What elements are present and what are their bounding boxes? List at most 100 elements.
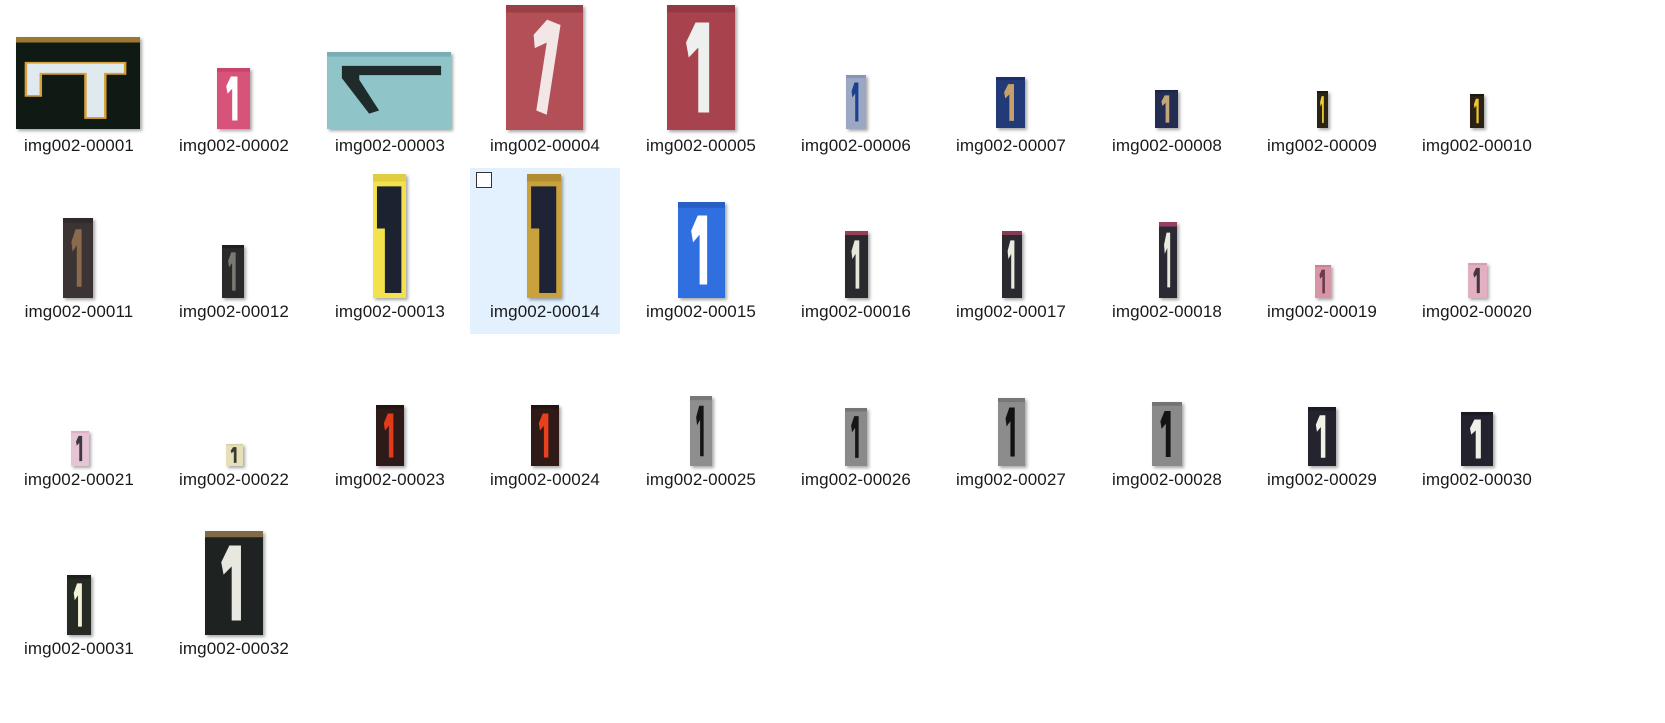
file-name-label: img002-00021 [24, 470, 134, 489]
digit-one-thumbnail [1317, 91, 1328, 128]
digit-one-thumbnail [1470, 94, 1484, 128]
thumbnail-area [4, 168, 154, 298]
digit-one-image [998, 398, 1025, 466]
file-tile[interactable]: img002-00005 [626, 2, 776, 168]
file-tile[interactable]: img002-00025 [626, 336, 776, 502]
digit-one-thumbnail [1315, 265, 1331, 298]
digit-one-thumbnail [1308, 407, 1336, 466]
file-tile[interactable]: img002-00013 [315, 168, 465, 334]
digit-one-image [996, 77, 1025, 128]
digit-one-image [678, 202, 725, 298]
digit-one-thumbnail [690, 396, 712, 466]
file-tile[interactable]: img002-00028 [1092, 336, 1242, 502]
thumbnail-area [1092, 168, 1242, 298]
thumbnail-area [1402, 2, 1552, 132]
thumbnail-grid: img002-00001 img002-00002 img002-00003 img0… [0, 0, 1665, 723]
thumbnail-area [159, 168, 309, 298]
digit-one-thumbnail [327, 52, 451, 129]
file-tile[interactable]: img002-00001 [4, 2, 154, 168]
file-tile[interactable]: img002-00016 [781, 168, 931, 334]
file-tile[interactable]: img002-00002 [159, 2, 309, 168]
file-tile[interactable]: img002-00003 [315, 2, 465, 168]
file-tile[interactable]: img002-00006 [781, 2, 931, 168]
file-name-label: img002-00007 [956, 136, 1066, 155]
file-tile[interactable]: img002-00012 [159, 168, 309, 334]
thumbnail-area [936, 168, 1086, 298]
file-tile[interactable]: img002-00027 [936, 336, 1086, 502]
digit-one-image [845, 408, 867, 466]
digit-one-image [1317, 91, 1328, 128]
thumbnail-area [781, 168, 931, 298]
file-tile[interactable]: img002-00018 [1092, 168, 1242, 334]
file-tile[interactable]: img002-00029 [1247, 336, 1397, 502]
digit-one-image [327, 52, 451, 129]
thumbnail-area [1247, 336, 1397, 466]
file-tile[interactable]: img002-00009 [1247, 2, 1397, 168]
digit-one-image [222, 245, 244, 298]
digit-one-image [67, 575, 91, 635]
file-tile[interactable]: img002-00017 [936, 168, 1086, 334]
digit-one-image [205, 531, 263, 635]
file-tile[interactable]: img002-00004 [470, 2, 620, 168]
thumbnail-area [1402, 168, 1552, 298]
file-name-label: img002-00019 [1267, 302, 1377, 321]
digit-one-image [527, 174, 561, 298]
file-name-label: img002-00001 [24, 136, 134, 155]
file-tile[interactable]: img002-00031 [4, 505, 154, 671]
digit-one-image [1152, 402, 1182, 466]
file-name-label: img002-00020 [1422, 302, 1532, 321]
file-name-label: img002-00026 [801, 470, 911, 489]
thumbnail-area [1247, 2, 1397, 132]
file-name-label: img002-00002 [179, 136, 289, 155]
file-tile[interactable]: img002-00023 [315, 336, 465, 502]
file-tile[interactable]: img002-00030 [1402, 336, 1552, 502]
thumbnail-area [626, 2, 776, 132]
digit-one-thumbnail [376, 405, 404, 466]
digit-one-image [1308, 407, 1336, 466]
file-tile[interactable]: img002-00010 [1402, 2, 1552, 168]
file-name-label: img002-00017 [956, 302, 1066, 321]
digit-one-image [373, 174, 406, 298]
digit-one-thumbnail [1002, 231, 1022, 298]
digit-one-thumbnail [996, 77, 1025, 128]
thumbnail-area [4, 505, 154, 635]
file-tile[interactable]: img002-00008 [1092, 2, 1242, 168]
file-tile[interactable]: img002-00024 [470, 336, 620, 502]
digit-one-thumbnail [845, 231, 868, 298]
file-tile[interactable]: img002-00026 [781, 336, 931, 502]
file-tile[interactable]: img002-00020 [1402, 168, 1552, 334]
thumbnail-area [1092, 2, 1242, 132]
file-tile[interactable]: img002-00014 [470, 168, 620, 334]
file-name-label: img002-00008 [1112, 136, 1222, 155]
file-tile[interactable]: img002-00007 [936, 2, 1086, 168]
file-name-label: img002-00022 [179, 470, 289, 489]
digit-one-image [376, 405, 404, 466]
file-name-label: img002-00005 [646, 136, 756, 155]
digit-one-thumbnail [217, 68, 250, 129]
digit-one-image [1461, 412, 1493, 466]
thumbnail-area [470, 336, 620, 466]
thumbnail-area [936, 2, 1086, 132]
digit-one-thumbnail [71, 431, 89, 466]
digit-one-thumbnail [1468, 263, 1487, 298]
file-tile[interactable]: img002-00032 [159, 505, 309, 671]
file-name-label: img002-00003 [335, 136, 445, 155]
file-name-label: img002-00010 [1422, 136, 1532, 155]
digit-one-image [1159, 222, 1177, 298]
file-tile[interactable]: img002-00019 [1247, 168, 1397, 334]
thumbnail-area [781, 2, 931, 132]
thumbnail-area [159, 2, 309, 132]
file-tile[interactable]: img002-00015 [626, 168, 776, 334]
digit-one-image [846, 75, 866, 129]
thumbnail-area [315, 2, 465, 132]
file-tile[interactable]: img002-00021 [4, 336, 154, 502]
file-name-label: img002-00031 [24, 639, 134, 658]
file-name-label: img002-00032 [179, 639, 289, 658]
file-tile[interactable]: img002-00022 [159, 336, 309, 502]
digit-one-image [1002, 231, 1022, 298]
selection-checkbox[interactable] [476, 172, 492, 188]
thumbnail-area [315, 336, 465, 466]
digit-one-thumbnail [16, 37, 140, 129]
file-tile[interactable]: img002-00011 [4, 168, 154, 334]
file-name-label: img002-00018 [1112, 302, 1222, 321]
